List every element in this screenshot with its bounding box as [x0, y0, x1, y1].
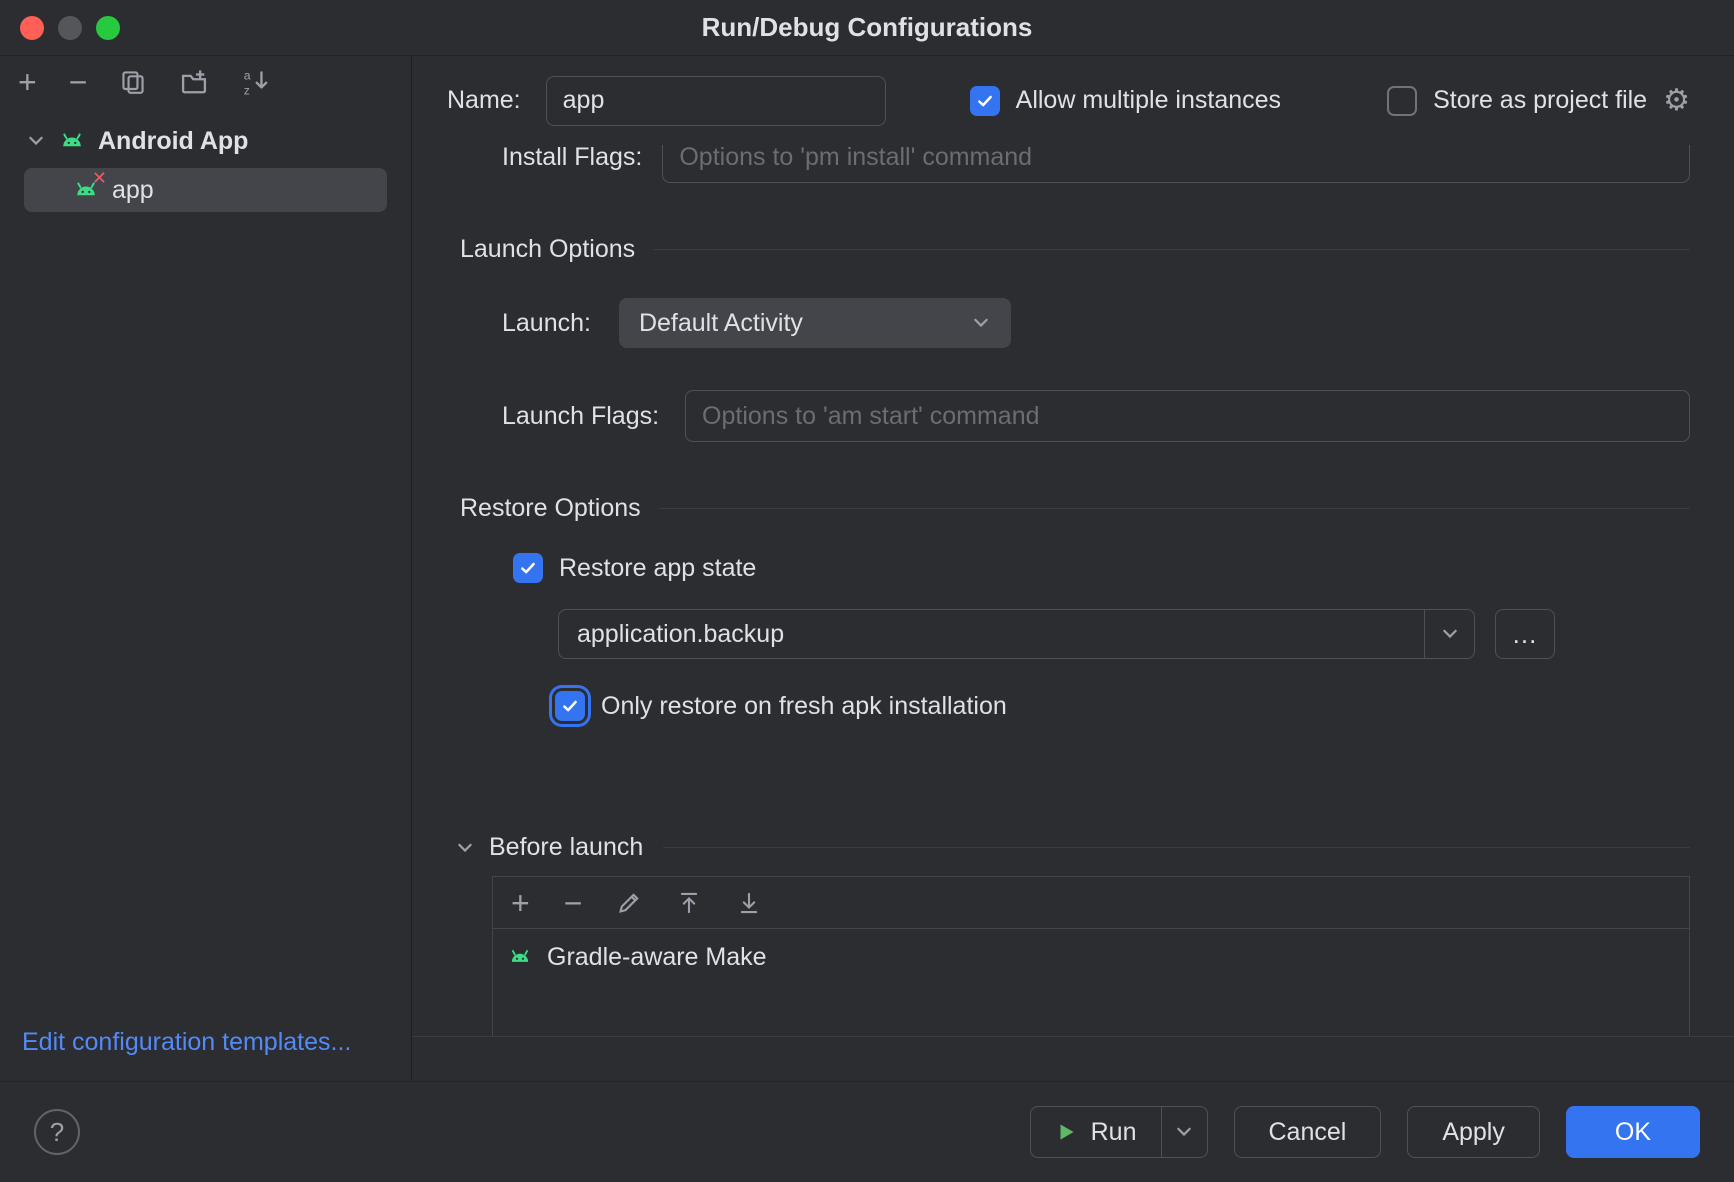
play-icon [1055, 1121, 1077, 1143]
header-divider [653, 249, 1690, 250]
before-launch-panel: + − [492, 876, 1690, 1037]
gear-icon[interactable]: ⚙ [1663, 83, 1690, 118]
add-configuration-icon[interactable]: + [18, 66, 37, 98]
browse-button[interactable]: ... [1495, 609, 1555, 659]
edit-task-icon[interactable] [616, 890, 642, 916]
restore-options-header: Restore Options [460, 494, 1690, 523]
task-row-gradle-aware-make[interactable]: Gradle-aware Make [493, 929, 1689, 985]
sort-alphabetically-icon[interactable]: a z [241, 67, 271, 97]
collapse-chevron-icon[interactable] [455, 838, 475, 858]
configuration-editor: Name: Allow multiple instances Store as … [412, 56, 1734, 1081]
before-launch-task-list: Gradle-aware Make [493, 929, 1689, 1037]
footer-buttons: Run Cancel Apply OK [1030, 1106, 1700, 1158]
traffic-lights [20, 0, 120, 55]
move-up-icon[interactable] [676, 890, 702, 916]
help-button[interactable]: ? [34, 1109, 80, 1155]
allow-multiple-instances-checkbox[interactable] [970, 86, 1000, 116]
run-debug-configurations-dialog: Run/Debug Configurations + − [0, 0, 1734, 1182]
restore-options-title: Restore Options [460, 494, 641, 523]
launch-options-header: Launch Options [460, 235, 1690, 264]
launch-label: Launch: [502, 309, 591, 338]
launch-row: Launch: Default Activity [502, 298, 1690, 348]
titlebar: Run/Debug Configurations [0, 0, 1734, 56]
install-flags-input[interactable] [662, 145, 1690, 183]
launch-flags-label: Launch Flags: [502, 402, 659, 431]
remove-task-icon[interactable]: − [564, 887, 583, 919]
remove-configuration-icon[interactable]: − [69, 66, 88, 98]
name-label: Name: [447, 86, 521, 115]
restore-app-state-checkbox[interactable] [513, 553, 543, 583]
launch-activity-dropdown[interactable]: Default Activity [619, 298, 1011, 348]
only-restore-label: Only restore on fresh apk installation [601, 692, 1007, 721]
configurations-sidebar: + − a [0, 56, 412, 1081]
task-label: Gradle-aware Make [547, 943, 767, 972]
copy-configuration-icon[interactable] [119, 68, 147, 96]
cancel-button[interactable]: Cancel [1234, 1106, 1382, 1158]
install-flags-label: Install Flags: [502, 145, 642, 172]
launch-options-title: Launch Options [460, 235, 635, 264]
run-button[interactable]: Run [1031, 1107, 1161, 1157]
chevron-down-icon [971, 313, 991, 333]
backup-file-combobox[interactable]: application.backup [558, 609, 1475, 659]
launch-flags-row: Launch Flags: [502, 390, 1690, 442]
android-icon [58, 127, 86, 155]
allow-multiple-instances-label: Allow multiple instances [1016, 86, 1281, 115]
window-title: Run/Debug Configurations [702, 12, 1033, 43]
chevron-down-icon[interactable] [26, 131, 46, 151]
apply-button[interactable]: Apply [1407, 1106, 1540, 1158]
android-icon [507, 944, 533, 970]
svg-text:z: z [244, 83, 250, 97]
tree-item-label: app [112, 176, 154, 205]
error-badge-icon: ✕ [92, 169, 107, 187]
before-launch-toolbar: + − [493, 877, 1689, 929]
run-split-button[interactable]: Run [1030, 1106, 1208, 1158]
configuration-tree: Android App ✕ app [0, 108, 411, 212]
store-as-project-file-checkbox[interactable] [1387, 86, 1417, 116]
move-down-icon[interactable] [736, 890, 762, 916]
close-button[interactable] [20, 16, 44, 40]
name-input[interactable] [546, 76, 886, 126]
run-options-chevron-icon[interactable] [1161, 1107, 1207, 1157]
launch-flags-input[interactable] [685, 390, 1690, 442]
add-task-icon[interactable]: + [511, 887, 530, 919]
store-as-project-file-label: Store as project file [1433, 86, 1647, 115]
tree-group-label: Android App [98, 127, 248, 156]
install-flags-row: Install Flags: [447, 145, 1690, 183]
before-launch-header: Before launch [455, 833, 1690, 862]
restore-app-state-label: Restore app state [559, 554, 756, 583]
header-divider [659, 508, 1690, 509]
sidebar-toolbar: + − a [0, 56, 411, 108]
main-bottom-strip [412, 1037, 1734, 1081]
help-icon: ? [50, 1117, 64, 1148]
android-error-icon: ✕ [72, 176, 100, 204]
edit-configuration-templates-link[interactable]: Edit configuration templates... [0, 1028, 411, 1081]
zoom-button[interactable] [96, 16, 120, 40]
before-launch-title: Before launch [489, 833, 643, 862]
combobox-chevron-icon[interactable] [1424, 610, 1474, 658]
new-folder-icon[interactable] [179, 67, 209, 97]
tree-group-android-app[interactable]: Android App [0, 118, 411, 164]
backup-file-value[interactable]: application.backup [559, 610, 1424, 658]
run-button-label: Run [1091, 1118, 1137, 1147]
tree-item-app[interactable]: ✕ app [24, 168, 387, 212]
only-restore-checkbox[interactable] [555, 691, 585, 721]
options-scroll-area[interactable]: Install Flags: Launch Options Launch: De… [412, 145, 1734, 1037]
name-row: Name: Allow multiple instances Store as … [412, 56, 1734, 145]
ok-button[interactable]: OK [1566, 1106, 1700, 1158]
header-divider [663, 847, 1690, 848]
minimize-button[interactable] [58, 16, 82, 40]
svg-text:a: a [244, 68, 251, 82]
only-restore-row: Only restore on fresh apk installation [555, 691, 1690, 721]
restore-app-state-row: Restore app state [513, 553, 1690, 583]
backup-file-row: application.backup ... [558, 609, 1690, 659]
dialog-footer: ? Run Cancel Apply OK [0, 1081, 1734, 1182]
launch-activity-value: Default Activity [639, 309, 803, 338]
